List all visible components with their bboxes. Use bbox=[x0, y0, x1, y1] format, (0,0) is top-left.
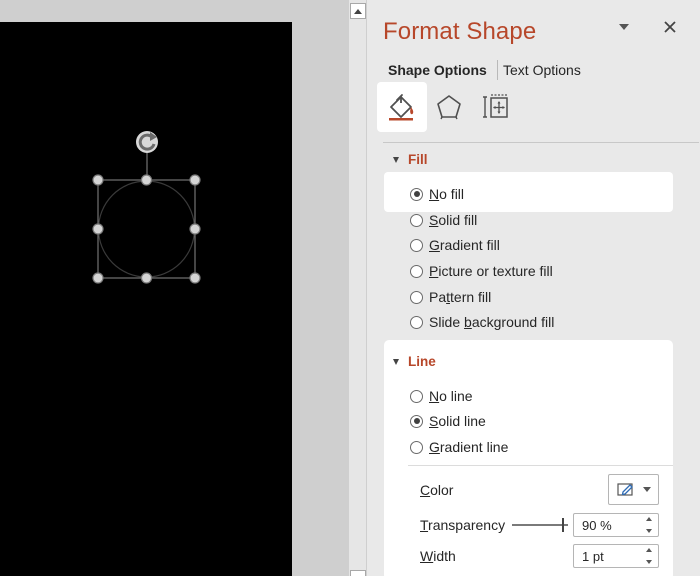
rotate-handle-icon[interactable] bbox=[136, 131, 158, 153]
resize-handle-top[interactable] bbox=[140, 174, 153, 186]
selected-shape-overlay bbox=[92, 131, 201, 284]
spinner-arrows[interactable] bbox=[644, 517, 654, 533]
line-section-header[interactable]: Line bbox=[393, 354, 436, 369]
radio-button[interactable] bbox=[410, 187, 423, 201]
slide-editing-area bbox=[0, 0, 348, 576]
color-label: Color bbox=[420, 482, 454, 498]
radio-button[interactable] bbox=[410, 213, 423, 227]
radio-pattern-fill[interactable]: Pattern fill bbox=[410, 289, 491, 305]
radio-button[interactable] bbox=[410, 414, 423, 428]
width-input[interactable] bbox=[574, 545, 642, 567]
option-label: Picture or texture fill bbox=[429, 263, 553, 279]
format-shape-pane: Format Shape Shape Options Text Options bbox=[367, 0, 700, 576]
decrement-arrow-icon[interactable] bbox=[646, 529, 652, 533]
radio-button[interactable] bbox=[410, 440, 423, 454]
scroll-down-button[interactable] bbox=[350, 570, 366, 576]
radio-button[interactable] bbox=[410, 290, 423, 304]
resize-handle-left[interactable] bbox=[92, 223, 104, 235]
scroll-up-button[interactable] bbox=[350, 3, 366, 19]
slider-track bbox=[512, 524, 568, 526]
slide-canvas[interactable] bbox=[0, 22, 292, 576]
circle-shape[interactable] bbox=[97, 180, 196, 278]
resize-handle-bottom[interactable] bbox=[140, 272, 153, 284]
transparency-spinner[interactable] bbox=[573, 513, 659, 537]
line-color-picker-button[interactable] bbox=[608, 474, 659, 505]
pane-options-button[interactable] bbox=[617, 20, 631, 34]
increment-arrow-icon[interactable] bbox=[646, 548, 652, 552]
spinner-arrows[interactable] bbox=[644, 548, 654, 564]
tab-text-options[interactable]: Text Options bbox=[503, 62, 581, 78]
category-size-properties-button[interactable] bbox=[471, 82, 521, 132]
decrement-arrow-icon[interactable] bbox=[646, 560, 652, 564]
close-icon bbox=[664, 21, 676, 33]
option-label: Solid fill bbox=[429, 212, 478, 228]
radio-gradient-line[interactable]: Gradient line bbox=[410, 439, 508, 455]
radio-no-line[interactable]: No line bbox=[410, 388, 473, 404]
slider-thumb[interactable] bbox=[562, 518, 564, 532]
tab-separator bbox=[497, 60, 498, 80]
resize-handle-top-right[interactable] bbox=[189, 174, 201, 186]
resize-handle-right[interactable] bbox=[189, 223, 201, 235]
increment-arrow-icon[interactable] bbox=[646, 517, 652, 521]
radio-solid-line[interactable]: Solid line bbox=[410, 413, 486, 429]
width-label: Width bbox=[420, 548, 456, 564]
collapse-triangle-icon bbox=[393, 358, 399, 365]
radio-button[interactable] bbox=[410, 238, 423, 252]
vertical-scrollbar[interactable] bbox=[348, 0, 367, 576]
option-label: Solid line bbox=[429, 413, 486, 429]
radio-no-fill[interactable]: No fill bbox=[410, 186, 464, 202]
pane-title: Format Shape bbox=[383, 18, 537, 45]
category-effects-button[interactable] bbox=[424, 82, 474, 132]
transparency-label: Transparency bbox=[420, 517, 506, 533]
pentagon-icon bbox=[437, 95, 461, 120]
radio-gradient-fill[interactable]: Gradient fill bbox=[410, 237, 500, 253]
option-label: Gradient line bbox=[429, 439, 509, 455]
transparency-input[interactable] bbox=[574, 514, 642, 536]
radio-picture-or-texture-fill[interactable]: Picture or texture fill bbox=[410, 263, 553, 279]
radio-button[interactable] bbox=[410, 264, 423, 278]
radio-button[interactable] bbox=[410, 389, 423, 403]
chevron-down-icon bbox=[619, 24, 629, 30]
chevron-down-icon bbox=[642, 487, 651, 492]
option-label: Slide background fill bbox=[429, 314, 555, 330]
fill-section-header[interactable]: Fill bbox=[393, 152, 428, 167]
pen-color-icon bbox=[616, 482, 633, 496]
paint-bucket-icon bbox=[389, 94, 414, 121]
option-label: No line bbox=[429, 388, 473, 404]
pane-divider bbox=[383, 142, 699, 143]
option-label: Pattern fill bbox=[429, 289, 492, 305]
radio-solid-fill[interactable]: Solid fill bbox=[410, 212, 477, 228]
line-options-divider bbox=[408, 465, 673, 466]
resize-handle-bottom-left[interactable] bbox=[92, 272, 104, 284]
resize-handle-top-left[interactable] bbox=[92, 174, 104, 186]
scroll-up-arrow-icon bbox=[354, 9, 362, 14]
tab-shape-options[interactable]: Shape Options bbox=[388, 62, 487, 78]
collapse-triangle-icon bbox=[393, 156, 399, 163]
radio-button[interactable] bbox=[410, 315, 423, 329]
width-spinner[interactable] bbox=[573, 544, 659, 568]
size-properties-icon bbox=[483, 94, 508, 118]
line-section-card bbox=[384, 340, 673, 576]
option-label: No fill bbox=[429, 186, 465, 202]
category-fill-line-button[interactable] bbox=[377, 82, 427, 132]
option-label: Gradient fill bbox=[429, 237, 500, 253]
transparency-slider[interactable] bbox=[512, 516, 570, 534]
resize-handle-bottom-right[interactable] bbox=[189, 272, 201, 284]
line-section-title: Line bbox=[408, 354, 436, 369]
radio-slide-background-fill[interactable]: Slide background fill bbox=[410, 314, 554, 330]
pane-close-button[interactable] bbox=[661, 18, 679, 36]
fill-section-title: Fill bbox=[408, 152, 428, 167]
